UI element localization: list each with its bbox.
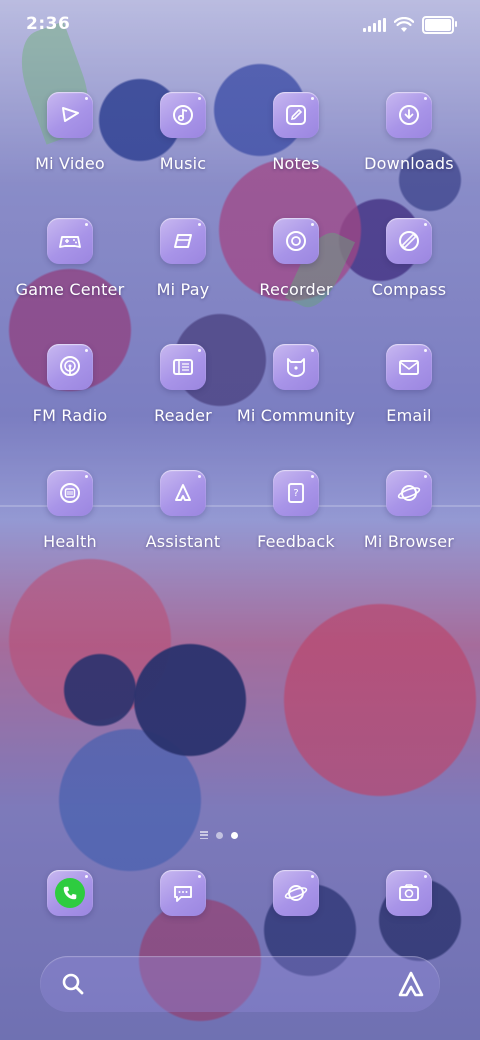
app-feedback[interactable]: ? Feedback	[236, 470, 356, 551]
app-label: Compass	[371, 280, 447, 299]
app-music[interactable]: Music	[123, 92, 243, 173]
app-email[interactable]: Email	[349, 344, 469, 425]
battery-icon	[422, 16, 457, 34]
play-icon	[62, 107, 79, 122]
page-dot-active	[231, 831, 238, 839]
app-mi-video[interactable]: Mi Video	[10, 92, 130, 173]
app-label: Email	[386, 406, 432, 425]
dock-browser[interactable]	[236, 870, 356, 916]
planet-icon	[284, 885, 308, 901]
app-reader[interactable]: Reader	[123, 344, 243, 425]
app-downloads[interactable]: Downloads	[349, 92, 469, 173]
radio-icon	[60, 356, 80, 376]
app-label: Reader	[154, 406, 212, 425]
app-label: Music	[159, 154, 207, 173]
dock-phone[interactable]	[10, 870, 130, 916]
app-fm-radio[interactable]: FM Radio	[10, 344, 130, 425]
app-recorder[interactable]: Recorder	[236, 218, 356, 299]
page-dot	[216, 831, 223, 839]
app-label: Mi Browser	[363, 532, 455, 551]
app-label: FM Radio	[32, 406, 108, 425]
assistant-icon[interactable]	[396, 969, 426, 999]
search-icon[interactable]	[60, 971, 86, 997]
watch-icon	[60, 483, 80, 503]
page-indicator[interactable]	[200, 831, 238, 839]
dock-camera[interactable]	[349, 870, 469, 916]
gamepad-icon	[59, 236, 81, 248]
question-icon: ?	[288, 483, 304, 503]
app-label: Mi Pay	[156, 280, 210, 299]
app-label: Health	[43, 532, 97, 551]
camera-icon	[399, 884, 419, 901]
record-icon	[286, 231, 306, 251]
app-assistant[interactable]: Assistant	[123, 470, 243, 551]
chat-icon	[174, 886, 192, 902]
status-bar: 2:36	[0, 0, 480, 50]
app-label: Game Center	[15, 280, 125, 299]
planet-icon	[397, 485, 421, 501]
app-label: Downloads	[364, 154, 454, 173]
app-label: Feedback	[257, 532, 335, 551]
app-notes[interactable]: Notes	[236, 92, 356, 173]
app-mi-pay[interactable]: Mi Pay	[123, 218, 243, 299]
app-game-center[interactable]: Game Center	[10, 218, 130, 299]
dock-messages[interactable]	[123, 870, 243, 916]
pencil-icon	[286, 105, 306, 125]
card-icon	[174, 234, 192, 248]
app-label: Notes	[272, 154, 320, 173]
app-list-icon	[200, 831, 208, 839]
app-health[interactable]: Health	[10, 470, 130, 551]
book-icon	[173, 359, 193, 375]
svg-text:?: ?	[293, 488, 298, 499]
assistant-icon	[175, 484, 191, 501]
wifi-icon	[394, 17, 414, 32]
signal-icon	[363, 18, 386, 32]
app-label: Mi Video	[35, 154, 105, 173]
app-label: Mi Community	[236, 406, 356, 425]
phone-icon	[63, 886, 77, 900]
app-label: Recorder	[259, 280, 333, 299]
app-mi-community[interactable]: Mi Community	[236, 344, 356, 425]
download-icon	[399, 105, 419, 125]
app-compass[interactable]: Compass	[349, 218, 469, 299]
search-bar[interactable]	[40, 956, 440, 1012]
app-mi-browser[interactable]: Mi Browser	[349, 470, 469, 551]
music-note-icon	[173, 105, 193, 125]
envelope-icon	[399, 360, 419, 375]
bear-icon	[287, 358, 305, 377]
status-time: 2:36	[26, 14, 71, 34]
app-label: Assistant	[145, 532, 221, 551]
compass-icon	[399, 231, 419, 251]
